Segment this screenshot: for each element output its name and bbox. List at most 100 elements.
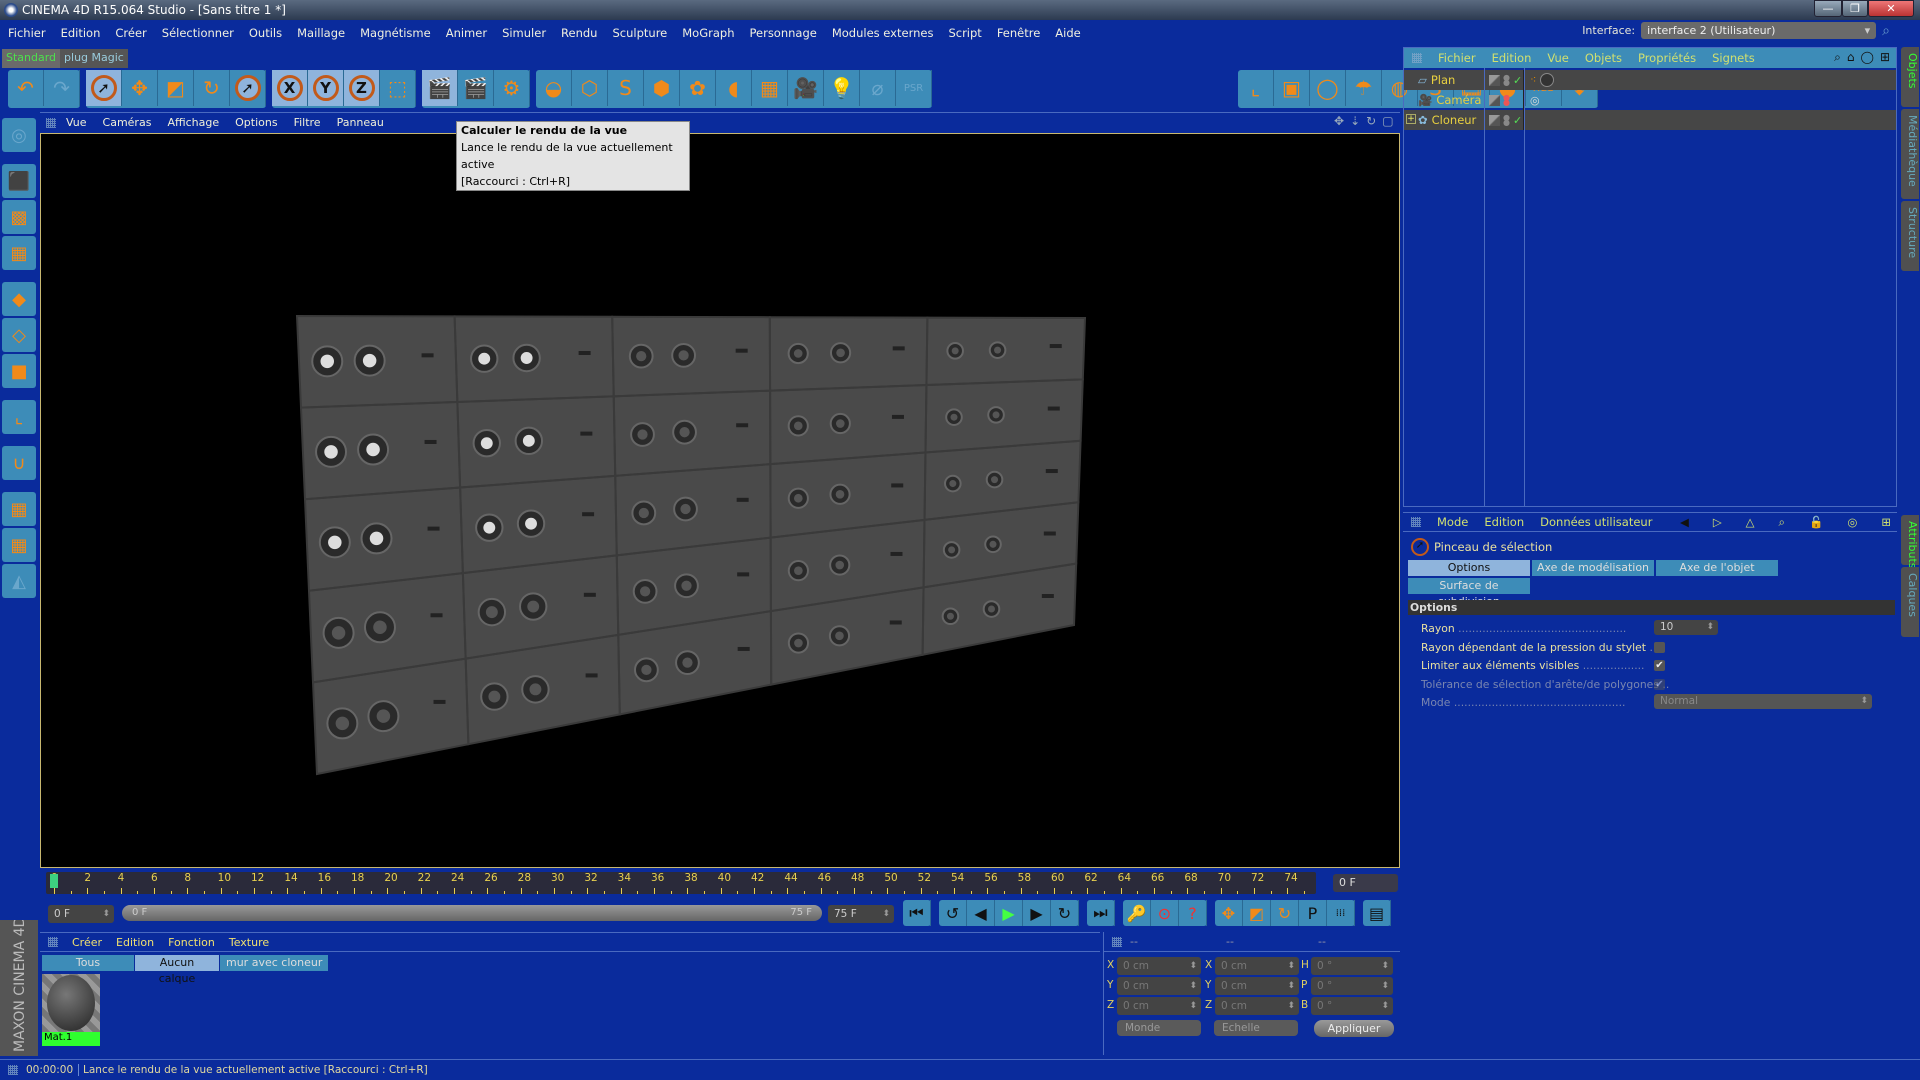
render-settings-button[interactable]: ⚙ [494, 70, 530, 106]
grip-icon[interactable] [1412, 53, 1422, 63]
coordinate-system-button[interactable]: ⬚ [380, 70, 416, 106]
target-tag-icon[interactable]: ◎ [1530, 94, 1540, 107]
material-menu-fonction[interactable]: Fonction [168, 936, 215, 949]
lock-icon[interactable]: 🔓 [1809, 515, 1823, 530]
coord-field-y1[interactable]: 0 cm [1117, 977, 1201, 995]
coord-field-y2[interactable]: 0 cm [1215, 977, 1299, 995]
workplane-align-button[interactable]: ▦ [2, 528, 36, 562]
range-slider[interactable]: 0 F 75 F [122, 905, 822, 921]
timeline-window-button[interactable]: ▤ [1363, 900, 1391, 926]
object-menu-proprietes[interactable]: Propriétés [1638, 51, 1696, 65]
rotate-view-icon[interactable]: ↻ [1366, 114, 1376, 128]
timeline-ruler[interactable]: 0246810121416182022242628303234363840424… [46, 872, 1316, 894]
back-arrow-icon[interactable]: ◀ [1680, 515, 1689, 530]
material-menu-creer[interactable]: Créer [72, 936, 102, 949]
maximize-button[interactable]: ❐ [1842, 0, 1868, 17]
snap-magnet-button[interactable]: ∪ [2, 446, 36, 480]
menu-outils[interactable]: Outils [249, 26, 282, 40]
object-row-plan[interactable]: ▱ Plan ● ● ✓ ⁖ [1404, 70, 1896, 90]
object-menu-objets[interactable]: Objets [1585, 51, 1622, 65]
paint-button[interactable]: ⌀ [860, 70, 896, 106]
object-menu-edition[interactable]: Edition [1492, 51, 1532, 65]
menu-mograph[interactable]: MoGraph [682, 26, 734, 40]
subdivision-button[interactable]: ⬢ [644, 70, 680, 106]
autokey-button[interactable]: ⊙ [1151, 900, 1179, 926]
viewport-menu-panneau[interactable]: Panneau [337, 116, 384, 129]
material-menu-edition[interactable]: Edition [116, 936, 154, 949]
search-icon[interactable]: ⌕ [1882, 23, 1890, 39]
material-tab-mur-avec-cloneur[interactable]: mur avec cloneur [220, 955, 329, 971]
object-menu-signets[interactable]: Signets [1712, 51, 1755, 65]
new-window-icon[interactable]: ⊞ [1881, 515, 1891, 530]
play-button[interactable]: ▶ [995, 900, 1023, 926]
redo-button[interactable]: ↷ [44, 70, 80, 106]
cube-button[interactable]: ⬡ [572, 70, 608, 106]
menu-animer[interactable]: Animer [446, 26, 487, 40]
light-button[interactable]: 💡 [824, 70, 860, 106]
search-icon[interactable]: ⌕ [1834, 50, 1841, 65]
object-menu-fichier[interactable]: Fichier [1438, 51, 1476, 65]
psr-button[interactable]: PSR [896, 70, 932, 106]
render-view-button[interactable]: 🎬 [422, 70, 458, 106]
tab-subdivision-surface[interactable]: Surface de subdivision [1408, 578, 1530, 608]
material-menu-texture[interactable]: Texture [229, 936, 269, 949]
attribute-menu-edition[interactable]: Edition [1484, 515, 1524, 529]
model-mode-button[interactable]: ⬛ [2, 164, 36, 198]
side-tab-calques[interactable]: Calques [1901, 567, 1919, 637]
menu-creer[interactable]: Créer [115, 26, 146, 40]
key-parameter-button[interactable]: P [1299, 900, 1327, 926]
interface-dropdown[interactable]: interface 2 (Utilisateur) [1641, 22, 1877, 39]
edges-mode-button[interactable]: ◇ [2, 318, 36, 352]
z-axis-button[interactable]: Z [344, 70, 380, 106]
menu-fenetre[interactable]: Fenêtre [997, 26, 1040, 40]
keyframe-selection-button[interactable]: ? [1179, 900, 1207, 926]
coord-field-z1[interactable]: 0 cm [1117, 997, 1201, 1015]
y-axis-button[interactable]: Y [308, 70, 344, 106]
selection-button[interactable]: ➚ [230, 70, 266, 106]
tab-modeling-axis[interactable]: Axe de modélisation [1532, 560, 1654, 576]
menu-personnage[interactable]: Personnage [749, 26, 816, 40]
material-tab-aucun-calque[interactable]: Aucun calque [135, 955, 219, 985]
record-key-button[interactable]: 🔑 [1123, 900, 1151, 926]
grid-cube-button[interactable]: ▣ [1274, 70, 1310, 106]
menu-sculpture[interactable]: Sculpture [612, 26, 667, 40]
undo-button[interactable]: ↶ [8, 70, 44, 106]
side-tab-structure[interactable]: Structure [1901, 201, 1919, 271]
visibility-dots-icon[interactable]: ● ● [1503, 114, 1510, 127]
menu-selectionner[interactable]: Sélectionner [162, 26, 234, 40]
cloner-button[interactable]: ✿ [680, 70, 716, 106]
viewport-menu-filtre[interactable]: Filtre [294, 116, 321, 129]
next-key-button[interactable]: ↻ [1051, 900, 1079, 926]
grip-icon[interactable] [48, 937, 58, 947]
enabled-check-icon[interactable]: ✓ [1513, 74, 1522, 87]
coordinate-scale-dropdown[interactable]: Echelle [1214, 1020, 1298, 1036]
property-value-rayon[interactable]: 10 [1654, 620, 1718, 635]
apply-button[interactable]: Appliquer [1314, 1020, 1394, 1037]
coordinate-mode-dropdown[interactable]: Monde [1117, 1020, 1201, 1036]
prev-frame-button[interactable]: ◀ [967, 900, 995, 926]
object-row-cloneur[interactable]: + ✿ Cloneur ● ● ✓ [1404, 110, 1896, 130]
camera-button[interactable]: 🎥 [788, 70, 824, 106]
object-row-camera[interactable]: 🎥 Caméra ● ● ◎ [1404, 90, 1896, 110]
close-button[interactable]: ✕ [1868, 0, 1914, 17]
side-tab-attributs[interactable]: Attributs [1901, 515, 1919, 569]
coord-field-x2[interactable]: 0 cm [1215, 957, 1299, 975]
layout-tab-plug-magic[interactable]: plug Magic [60, 49, 128, 68]
spline-pen-button[interactable]: S [608, 70, 644, 106]
visibility-dots-icon[interactable]: ● ● [1503, 94, 1510, 107]
live-selection-button[interactable]: ➚ [86, 70, 122, 106]
grip-icon[interactable] [1112, 936, 1122, 947]
new-window-icon[interactable]: ⊞ [1880, 50, 1890, 65]
material-item[interactable]: Mat.1 [42, 974, 100, 1046]
attribute-menu-mode[interactable]: Mode [1437, 515, 1468, 529]
attribute-menu-donnees-utilisateur[interactable]: Données utilisateur [1540, 515, 1652, 529]
minimize-button[interactable]: — [1814, 0, 1842, 17]
viewport-menu-affichage[interactable]: Affichage [167, 116, 219, 129]
texture-mode-button[interactable]: ▩ [2, 200, 36, 234]
lock-workplane-button[interactable]: ▦ [2, 492, 36, 526]
viewport[interactable] [40, 133, 1400, 868]
tab-object-axis[interactable]: Axe de l'objet [1656, 560, 1778, 576]
timeline-playhead[interactable] [50, 874, 58, 888]
side-tab-mediatheque[interactable]: Médiathèque [1901, 109, 1919, 199]
layer-edit-icon[interactable] [1489, 114, 1500, 126]
